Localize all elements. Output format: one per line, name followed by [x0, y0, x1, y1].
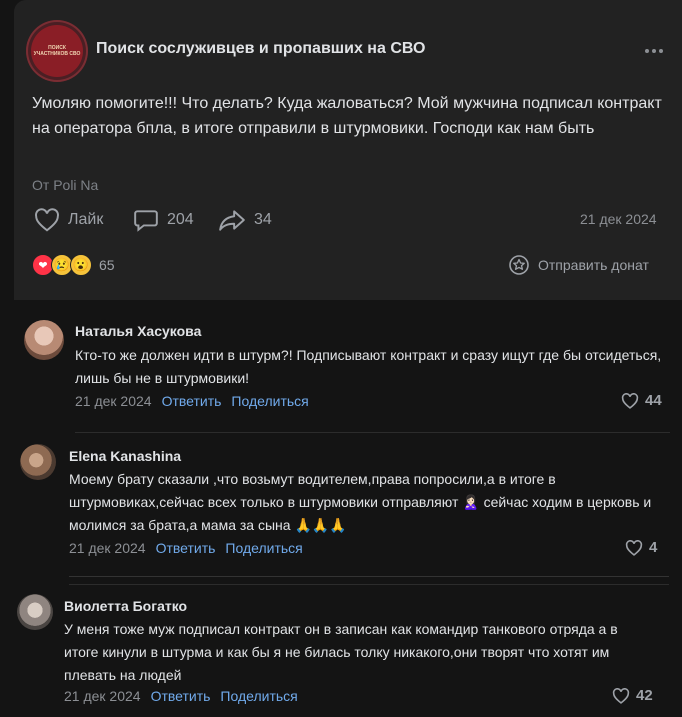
heart-icon — [612, 687, 630, 704]
post-author[interactable]: От Poli Na — [32, 177, 98, 193]
group-name[interactable]: Поиск сослуживцев и пропавших на СВО — [96, 40, 425, 58]
comment-meta: 21 дек 2024 Ответить Поделиться — [64, 688, 298, 704]
donate-label: Отправить донат — [538, 257, 649, 273]
heart-icon — [621, 392, 639, 409]
comments-button[interactable]: 204 — [133, 208, 194, 232]
shares-count: 34 — [254, 211, 272, 228]
comment-like-button[interactable]: 4 — [625, 539, 657, 556]
comment-date[interactable]: 21 дек 2024 — [64, 688, 141, 704]
more-options-icon[interactable] — [643, 40, 665, 62]
comment-meta: 21 дек 2024 Ответить Поделиться — [75, 393, 309, 409]
comment-author[interactable]: Наталья Хасукова — [75, 323, 201, 339]
donate-button[interactable]: Отправить донат — [508, 254, 649, 276]
comment-like-button[interactable]: 42 — [612, 687, 653, 704]
divider — [69, 584, 669, 585]
comment-likes: 44 — [645, 392, 662, 409]
comment-like-button[interactable]: 44 — [621, 392, 662, 409]
reactions-summary[interactable]: ❤ 😢 😮 65 — [32, 254, 115, 276]
share-button[interactable]: 34 — [218, 208, 272, 232]
comment-text: У меня тоже муж подписал контракт он в з… — [64, 621, 618, 683]
divider — [69, 576, 669, 577]
shocked-reaction-icon: 😮 — [70, 254, 92, 276]
comments-count: 204 — [167, 211, 194, 228]
comment-author[interactable]: Виолетта Богатко — [64, 598, 187, 614]
comment-likes: 4 — [649, 539, 658, 556]
share-link[interactable]: Поделиться — [231, 393, 308, 409]
post-date[interactable]: 21 дек 2024 — [580, 211, 657, 227]
comment-date[interactable]: 21 дек 2024 — [75, 393, 152, 409]
avatar[interactable] — [17, 594, 53, 630]
share-link[interactable]: Поделиться — [220, 688, 297, 704]
comment-icon — [134, 210, 158, 232]
star-badge-icon — [509, 255, 529, 275]
avatar[interactable] — [24, 320, 64, 360]
reactions-count: 65 — [99, 257, 115, 273]
divider — [75, 432, 670, 433]
comment-author[interactable]: Elena Kanashina — [69, 448, 181, 464]
share-link[interactable]: Поделиться — [225, 540, 302, 556]
group-avatar[interactable]: ПОИСК УЧАСТНИКОВ СВО — [26, 20, 88, 82]
share-icon — [219, 210, 245, 231]
reply-link[interactable]: Ответить — [151, 688, 211, 704]
heart-icon — [625, 539, 643, 556]
avatar[interactable] — [20, 444, 56, 480]
comment-meta: 21 дек 2024 Ответить Поделиться — [69, 540, 303, 556]
reply-link[interactable]: Ответить — [156, 540, 216, 556]
comment-text: Моему брату сказали ,что возьмут водител… — [69, 471, 652, 533]
like-button[interactable]: Лайк — [34, 208, 103, 232]
avatar-text-line-2: УЧАСТНИКОВ СВО — [33, 51, 81, 57]
like-label: Лайк — [68, 211, 104, 228]
heart-icon — [35, 208, 59, 232]
reply-link[interactable]: Ответить — [162, 393, 222, 409]
comment-date[interactable]: 21 дек 2024 — [69, 540, 146, 556]
comment-text: Кто-то же должен идти в штурм?! Подписыв… — [75, 347, 662, 386]
post-text: Умоляю помогите!!! Что делать? Куда жало… — [32, 95, 662, 137]
comment-likes: 42 — [636, 687, 653, 704]
